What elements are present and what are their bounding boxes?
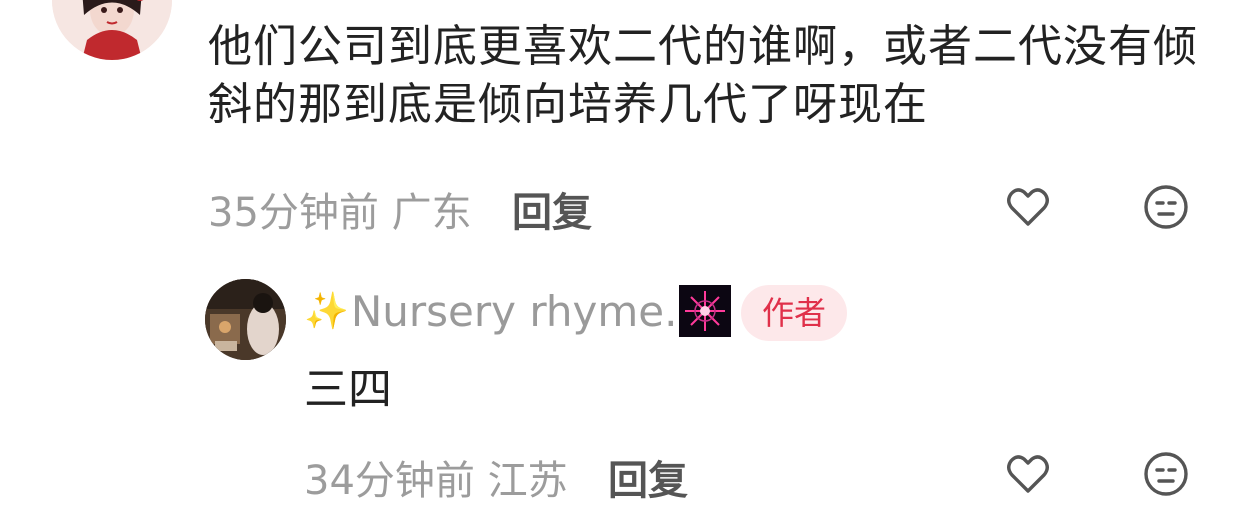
sparkle-icon: ✨ [304, 291, 349, 332]
comment-location: 广东 [391, 190, 472, 236]
comment-meta: 35分钟前 广东 [208, 180, 472, 238]
meh-face-icon[interactable] [1142, 183, 1190, 231]
reply-text: 三四 [304, 364, 392, 415]
firework-icon [679, 285, 732, 337]
comment-text: 他们公司到底更喜欢二代的谁啊，或者二代没有倾斜的那到底是倾向培养几代了呀现在 [208, 21, 1198, 130]
reply-button[interactable]: 回复 [512, 180, 592, 238]
avatar[interactable] [52, 0, 172, 60]
meh-face-icon[interactable] [1142, 450, 1190, 498]
reply-time: 34分钟前 [304, 458, 475, 504]
reply-meta: 34分钟前 江苏 [304, 448, 568, 506]
author-badge: 作者 [741, 285, 847, 341]
reply-location: 江苏 [487, 458, 568, 504]
comment-time: 35分钟前 [208, 190, 379, 236]
heart-outline-icon[interactable] [1004, 183, 1052, 231]
reply-button[interactable]: 回复 [608, 448, 688, 506]
username-text: Nursery rhyme. [350, 286, 678, 336]
reply-avatar[interactable] [205, 279, 286, 360]
reply-username[interactable]: ✨ Nursery rhyme. [304, 285, 732, 337]
heart-outline-icon[interactable] [1004, 450, 1052, 498]
